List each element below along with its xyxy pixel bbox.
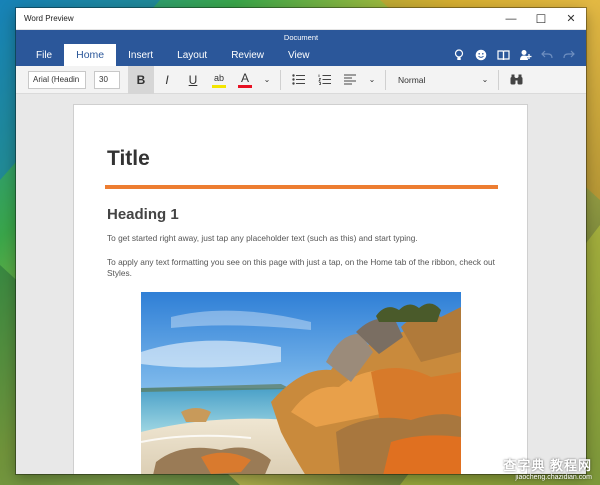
underline-label: U (188, 72, 198, 87)
tab-view[interactable]: View (276, 44, 322, 66)
chevron-down-icon: ⌄ (368, 75, 376, 84)
share-icon[interactable] (514, 44, 536, 66)
style-dropdown[interactable]: ⌄ (476, 66, 494, 94)
ribbon-tab-bar: File Home Insert Layout Review View (16, 44, 586, 66)
highlight-button[interactable]: ab (206, 66, 232, 94)
align-left-icon (344, 74, 356, 85)
watermark-url: jiaocheng.chazidian.com (515, 474, 592, 481)
minimize-button[interactable]: — (496, 8, 526, 30)
text-format-dropdown[interactable]: ⌄ (258, 66, 276, 94)
home-ribbon: Arial (Headin 30 B I U ab A ⌄ ⌄ Normal ⌄ (16, 65, 586, 94)
underline-button[interactable]: U (180, 66, 206, 94)
highlight-label: ab (213, 72, 224, 83)
tab-review[interactable]: Review (219, 44, 276, 66)
font-size-box[interactable]: 30 (94, 70, 120, 89)
binoculars-icon (510, 74, 522, 85)
font-color-label: A (240, 70, 249, 85)
font-color-swatch (238, 84, 252, 88)
document-title[interactable]: Title (107, 147, 150, 171)
tab-layout[interactable]: Layout (165, 44, 219, 66)
document-name: Document (283, 32, 319, 42)
app-window: Word Preview — ☐ ✕ Document File Home In… (16, 8, 586, 474)
title-underline-rule (105, 185, 498, 189)
tab-insert[interactable]: Insert (116, 44, 165, 66)
style-value: Normal (398, 74, 426, 85)
style-selector[interactable]: Normal (390, 66, 476, 94)
numbered-list-icon (317, 74, 331, 85)
ribbon-divider (280, 69, 281, 90)
beach-rocks-image (141, 292, 461, 474)
tab-file[interactable]: File (24, 44, 64, 66)
ribbon-divider (498, 69, 499, 90)
lightbulb-icon[interactable] (448, 44, 470, 66)
redo-icon[interactable] (558, 44, 580, 66)
font-color-button[interactable]: A (232, 66, 258, 94)
maximize-button[interactable]: ☐ (526, 8, 556, 30)
paragraph-dropdown[interactable]: ⌄ (363, 66, 381, 94)
numbering-button[interactable] (311, 66, 337, 94)
highlight-color-swatch (212, 84, 226, 88)
document-canvas[interactable]: Title Heading 1 To get started right awa… (16, 94, 586, 474)
document-page[interactable]: Title Heading 1 To get started right awa… (73, 104, 528, 474)
site-watermark: 查字典 教程网 jiaocheng.chazidian.com (503, 455, 592, 481)
body-paragraph[interactable]: To apply any text formatting you see on … (107, 257, 497, 279)
app-title: Word Preview (24, 14, 74, 23)
ribbon-divider (385, 69, 386, 90)
undo-icon[interactable] (536, 44, 558, 66)
font-name-box[interactable]: Arial (Headin (28, 70, 86, 89)
document-name-bar: Document (16, 30, 586, 44)
watermark-title: 查字典 教程网 (503, 458, 592, 473)
bullets-button[interactable] (285, 66, 311, 94)
bold-button[interactable]: B (128, 65, 154, 94)
smiley-icon[interactable] (470, 44, 492, 66)
book-icon[interactable] (492, 44, 514, 66)
italic-label: I (165, 72, 169, 87)
document-photo[interactable] (141, 292, 461, 474)
body-paragraph[interactable]: To get started right away, just tap any … (107, 233, 497, 244)
bullet-list-icon (291, 74, 305, 85)
heading-1[interactable]: Heading 1 (107, 206, 179, 223)
italic-button[interactable]: I (154, 66, 180, 94)
close-button[interactable]: ✕ (556, 8, 586, 30)
chevron-down-icon: ⌄ (263, 75, 271, 84)
align-button[interactable] (337, 66, 363, 94)
chevron-down-icon: ⌄ (481, 75, 489, 84)
tab-toolbar (448, 44, 580, 66)
tab-home[interactable]: Home (64, 44, 117, 66)
title-bar[interactable]: Word Preview — ☐ ✕ (16, 8, 586, 30)
find-button[interactable] (503, 66, 529, 94)
